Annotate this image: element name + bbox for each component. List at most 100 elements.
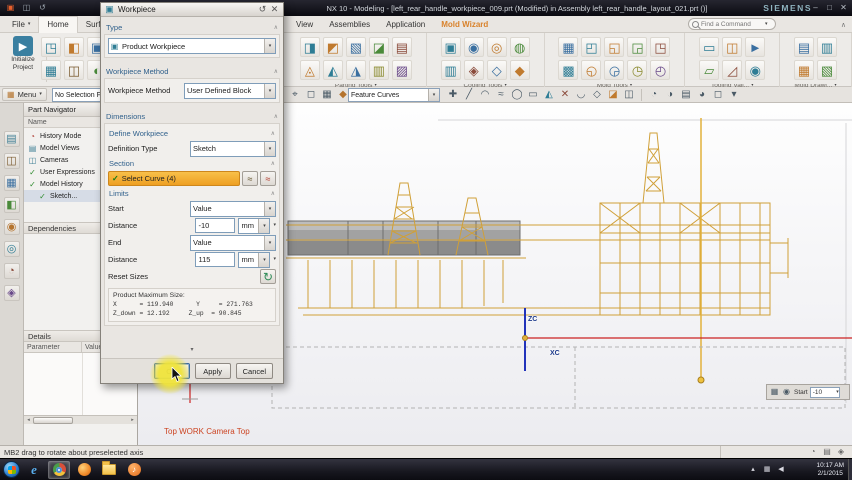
section-header[interactable]: Section ∧ [108,157,276,170]
standard-part-icon[interactable]: ▦ [558,37,579,57]
cooling-circuit-icon[interactable]: ◉ [463,37,484,57]
cooling-standard-part-icon[interactable]: ▣ [440,37,461,57]
scroll-right-icon[interactable]: ▸ [128,416,137,425]
cavity-layout-icon[interactable]: ▦ [41,60,61,80]
tab-view[interactable]: View [288,16,321,33]
rectangle-icon[interactable]: ▭ [526,88,540,102]
ok-button[interactable]: OK [153,363,190,379]
project-curve-icon[interactable]: ◭ [542,88,556,102]
baffle-icon[interactable]: ◍ [509,37,530,57]
undo-icon[interactable]: ↺ [37,3,48,14]
feature-curves-combo[interactable]: Feature Curves ▾ [348,88,440,102]
component-drawing-icon[interactable]: ▥ [817,37,838,57]
network-icon[interactable]: ▦ [762,465,772,475]
tab-mold-wizard[interactable]: Mold Wizard [433,16,496,33]
intersection-curve-icon[interactable]: ✕ [558,88,572,102]
show-hide-icon[interactable]: ◔ [647,88,661,102]
pocket-icon[interactable]: ◫ [64,60,84,80]
method-group-header[interactable]: Workpiece Method ∧ [104,64,280,78]
channel-design-icon[interactable]: ◎ [486,37,507,57]
limits-header[interactable]: Limits ∧ [108,187,276,200]
check-info-icon[interactable]: ◉ [745,60,766,80]
chevron-down-icon[interactable]: ▾ [258,218,270,233]
distance-options-icon[interactable]: ▾ [273,257,276,262]
snapshot-icon[interactable]: ◉ [781,387,792,398]
edge-patch-icon[interactable]: ◭ [322,60,343,80]
menu-button[interactable]: ▦ Menu ▾ [2,88,47,101]
datum-plane-icon[interactable]: ◻ [304,88,318,102]
history-palette-icon[interactable]: ◔ [3,263,20,279]
point-dialog-icon[interactable]: ✚ [446,88,460,102]
modify-insert-icon[interactable]: ◴ [650,60,671,80]
maximize-icon[interactable]: □ [823,2,836,14]
thickness-check-icon[interactable]: ▱ [699,60,720,80]
studio-spline-icon[interactable]: ≈ [494,88,508,102]
sketch-section-button[interactable]: ≈ [260,171,276,186]
save-icon[interactable]: ◫ [21,3,32,14]
parting-navigator-icon[interactable]: ▤ [391,37,412,57]
scrollbar-thumb[interactable] [33,416,73,424]
horizontal-scrollbar[interactable]: ◂ ▸ [24,415,137,424]
divide-curve-icon[interactable]: ◫ [622,88,636,102]
dialog-title-bar[interactable]: ▣ Workpiece ↺ ✕ [101,3,283,17]
media-player-icon[interactable]: ♪ [123,461,145,479]
dialog-collapse-icon[interactable]: ▾ [101,346,283,356]
reset-sizes-icon[interactable]: ↻ [259,268,277,286]
connect-channels-icon[interactable]: ◈ [463,60,484,80]
cancel-button[interactable]: Cancel [235,363,273,379]
web-browser-icon[interactable]: ◎ [3,241,20,257]
split-solid-icon[interactable]: ▨ [391,60,412,80]
end-unit-combo[interactable]: mm ▾ [238,251,271,268]
reset-sizes-button[interactable]: ↻ [260,269,276,284]
circle-icon[interactable]: ◯ [510,88,524,102]
assembly-drawing-icon[interactable]: ▤ [794,37,815,57]
enlarge-surface-icon[interactable]: ◮ [345,60,366,80]
part-navigator-icon[interactable]: ▦ [3,175,20,191]
interference-check-icon[interactable]: ◫ [722,37,743,57]
close-icon[interactable]: ✕ [837,2,850,14]
layer-settings-icon[interactable]: ▤ [679,88,693,102]
scroll-left-icon[interactable]: ◂ [24,416,33,425]
reset-dialog-icon[interactable]: ↺ [257,4,268,15]
tab-home[interactable]: Home [38,15,78,33]
tab-application[interactable]: Application [378,16,433,33]
window-icon[interactable]: ◻ [711,88,725,102]
chevron-down-icon[interactable]: ▾ [258,252,270,267]
ejector-pin-icon[interactable]: ◲ [627,37,648,57]
show-hidden-icon[interactable]: ▴ [748,465,758,475]
sub-insert-icon[interactable]: ◱ [604,37,625,57]
line-icon[interactable]: ╱ [462,88,476,102]
end-distance-input[interactable] [195,252,236,267]
touch-check-icon[interactable]: ▭ [699,37,720,57]
internet-explorer-icon[interactable]: e [23,461,45,479]
curve-select-button[interactable]: ≈≈≈ [242,171,258,186]
shrinkage-icon[interactable]: ◧ [64,37,84,57]
curve-patch-icon[interactable]: ◬ [299,60,320,80]
channel-icon[interactable]: ▥ [440,60,461,80]
firefox-icon[interactable] [73,461,95,479]
check-regions-icon[interactable]: ◨ [299,37,320,57]
snap-point-icon[interactable]: ⌖ [288,88,302,102]
auto-dimension-icon[interactable]: ▧ [817,60,838,80]
more-tools-icon[interactable]: ▾ [727,88,741,102]
type-group-header[interactable]: Type ∧ [104,20,280,34]
replace-solid-icon[interactable]: ◶ [604,60,625,80]
draft-check-icon[interactable]: ◿ [722,60,743,80]
adjust-channel-icon[interactable]: ◆ [509,60,530,80]
tab-file[interactable]: File ▾ [4,16,38,33]
slider-lifter-icon[interactable]: ◰ [581,37,602,57]
end-type-combo[interactable]: Value ▾ [190,234,276,251]
cavity-icon[interactable]: ▩ [558,60,579,80]
hd3d-tools-icon[interactable]: ◉ [3,219,20,235]
distance-options-icon[interactable]: ▾ [273,223,276,228]
design-parting-surface-icon[interactable]: ▧ [345,37,366,57]
select-curve-button[interactable]: ✓ Select Curve (4) [108,171,240,186]
render-style-icon[interactable]: ◕ [695,88,709,102]
initialize-project-button[interactable]: ▶ Initialize Project [2,36,44,72]
start-unit-combo[interactable]: mm ▾ [238,217,271,234]
definition-type-combo[interactable]: Sketch ▾ [190,140,276,157]
dimensions-group-header[interactable]: Dimensions ∧ [104,109,280,123]
trim-mold-components-icon[interactable]: ◳ [650,37,671,57]
command-search-input[interactable] [701,20,763,28]
trim-curve-icon[interactable]: ◪ [606,88,620,102]
